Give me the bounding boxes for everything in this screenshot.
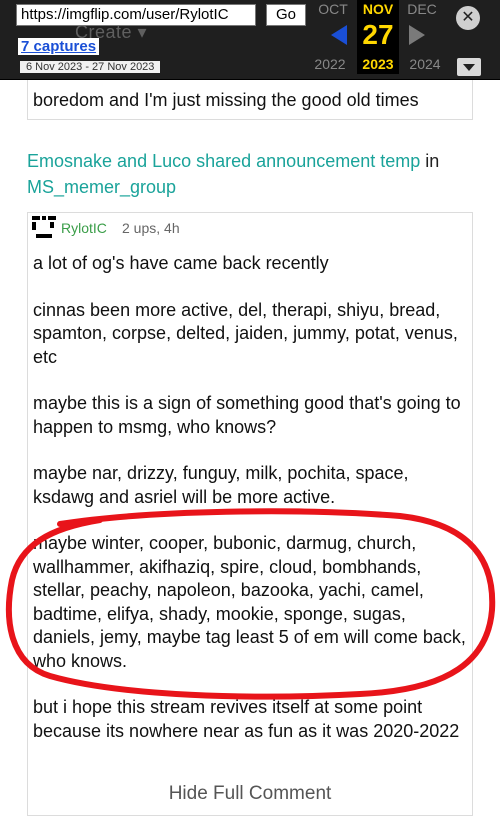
wayback-go-button[interactable]: Go (266, 4, 306, 26)
comment-body: a lot of og's have came back recently ci… (33, 252, 468, 766)
comment-username[interactable]: RylotIC (61, 220, 107, 236)
prev-month-label[interactable]: OCT (311, 1, 355, 17)
comment-paragraph: but i hope this stream revives itself at… (33, 697, 460, 741)
prev-year-label[interactable]: 2022 (308, 56, 352, 72)
current-capture-date: NOV 27 2023 (357, 0, 399, 74)
stream-link[interactable]: MS_memer_group (27, 177, 176, 197)
hide-full-comment-button[interactable]: Hide Full Comment (27, 783, 473, 805)
next-year-label: 2024 (409, 56, 441, 72)
current-year: 2023 (362, 56, 394, 72)
capture-date-range: 6 Nov 2023 - 27 Nov 2023 (20, 61, 161, 73)
current-day: 27 (362, 19, 394, 50)
prev-capture-arrow-icon[interactable] (331, 25, 347, 45)
avatar[interactable] (32, 216, 56, 240)
comment-paragraph: maybe nar, drizzy, funguy, milk, pochita… (33, 463, 409, 507)
comment-paragraph: maybe winter, cooper, bubonic, darmug, c… (33, 533, 466, 671)
comment-meta: 2 ups, 4h (122, 220, 180, 236)
wayback-toolbar: Create ▾ https://imgflip.com/user/RylotI… (0, 0, 500, 80)
next-month-label: DEC (407, 1, 437, 17)
previous-comment-text: boredom and I'm just missing the good ol… (33, 90, 419, 110)
comment-paragraph: a lot of og's have came back recently (33, 253, 329, 273)
comment-paragraph: maybe this is a sign of something good t… (33, 393, 461, 437)
post-title-link[interactable]: Emosnake and Luco shared announcement te… (27, 151, 420, 171)
in-label: in (425, 151, 440, 171)
next-capture-arrow-icon (409, 25, 425, 45)
close-icon[interactable]: ✕ (456, 6, 480, 30)
wayback-url-input[interactable]: https://imgflip.com/user/RylotIC (16, 4, 256, 26)
current-month: NOV (362, 1, 394, 17)
post-reference: Emosnake and Luco shared announcement te… (27, 148, 477, 200)
comment-paragraph: cinnas been more active, del, therapi, s… (33, 299, 458, 367)
captures-link[interactable]: 7 captures (18, 38, 100, 55)
expand-toolbar-icon[interactable] (457, 58, 481, 76)
